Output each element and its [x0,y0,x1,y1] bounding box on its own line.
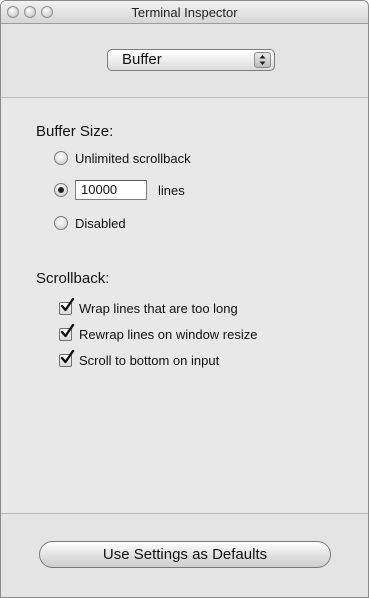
checkbox[interactable] [59,323,75,341]
popup-selected-label: Buffer [122,51,162,68]
radio-button[interactable] [54,216,68,230]
checkbox[interactable] [59,297,75,315]
radio-label: Unlimited scrollback [75,150,191,166]
window-title: Terminal Inspector [131,5,238,20]
checkbox-wrap-long-lines[interactable]: Wrap lines that are too long [59,297,238,318]
checkbox-rewrap-on-resize[interactable]: Rewrap lines on window resize [59,323,258,344]
scrollback-lines-input[interactable]: 10000 [75,180,147,200]
up-down-arrows-icon [254,52,271,68]
use-settings-as-defaults-button[interactable]: Use Settings as Defaults [39,541,331,568]
panel-popup-button[interactable]: Buffer [107,49,275,71]
inspector-window: Terminal Inspector Buffer Buffer Size: U… [0,0,369,598]
radio-button[interactable] [54,151,68,165]
lines-unit-label: lines [158,182,185,198]
checkbox-label: Scroll to bottom on input [79,352,220,368]
checkmark-icon [60,349,75,363]
checkbox-label: Rewrap lines on window resize [79,326,258,342]
radio-button[interactable] [54,183,68,197]
radio-limited-lines[interactable]: 10000 lines [54,180,185,200]
radio-disabled[interactable]: Disabled [54,213,126,233]
buffer-size-heading: Buffer Size: [36,123,114,140]
panel-selector-area: Buffer [1,24,368,98]
checkbox[interactable] [59,349,75,367]
title-bar[interactable]: Terminal Inspector [1,1,368,24]
checkbox-scroll-to-bottom[interactable]: Scroll to bottom on input [59,349,220,370]
checkmark-icon [60,323,75,337]
footer-area: Use Settings as Defaults [1,514,368,597]
radio-label: Disabled [75,215,126,231]
scrollback-heading: Scrollback: [36,270,110,287]
checkmark-icon [60,297,75,311]
buffer-settings-panel: Buffer Size: Unlimited scrollback 10000 … [1,98,368,514]
radio-unlimited-scrollback[interactable]: Unlimited scrollback [54,148,191,168]
checkbox-label: Wrap lines that are too long [79,300,238,316]
